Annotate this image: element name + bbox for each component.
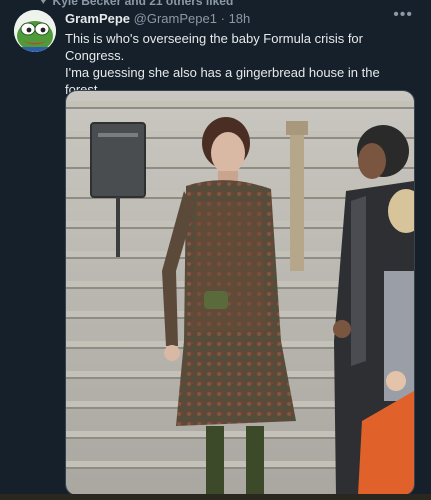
heart-icon: ♥ [40,0,47,7]
display-name[interactable]: GramPepe [65,11,130,26]
bottom-divider [0,494,431,500]
social-context[interactable]: ♥ Kyle Becker and 21 others liked [40,0,233,8]
tweet-text: This is who's overseeing the baby Formul… [65,30,415,98]
avatar[interactable] [14,10,56,52]
more-options-icon[interactable]: ••• [393,6,413,24]
tweet-text-line-1: This is who's overseeing the baby Formul… [65,31,363,63]
tweet-photo[interactable] [65,90,415,496]
pepe-avatar-image [14,10,56,52]
social-context-text: Kyle Becker and 21 others liked [52,0,234,8]
handle[interactable]: @GramPepe1 [134,11,217,26]
separator: · [220,11,225,26]
timestamp[interactable]: 18h [229,11,251,26]
tweet-header: GramPepe @GramPepe1 · 18h [65,11,413,26]
photo-image [66,91,414,495]
